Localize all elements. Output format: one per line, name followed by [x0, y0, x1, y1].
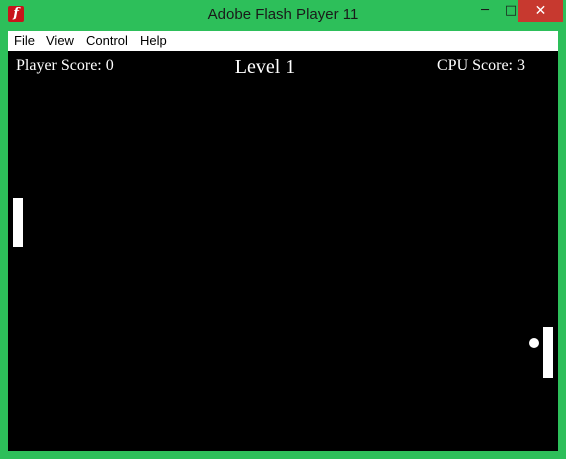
ball: [529, 338, 539, 348]
player-paddle[interactable]: [13, 198, 23, 247]
menu-bar: File View Control Help: [8, 31, 558, 51]
cpu-paddle: [543, 327, 553, 378]
flash-player-window: f Adobe Flash Player 11 ─ □ ✕ File View …: [0, 0, 566, 459]
close-button[interactable]: ✕: [518, 0, 563, 22]
cpu-score: CPU Score: 3: [437, 57, 525, 74]
menu-help[interactable]: Help: [140, 31, 167, 51]
menu-file[interactable]: File: [14, 31, 35, 51]
menu-control[interactable]: Control: [86, 31, 128, 51]
menu-view[interactable]: View: [46, 31, 74, 51]
game-stage[interactable]: Player Score: 0 Level 1 CPU Score: 3: [8, 51, 558, 451]
minimize-button[interactable]: ─: [472, 0, 498, 22]
title-bar[interactable]: f Adobe Flash Player 11 ─ □ ✕: [0, 0, 566, 31]
